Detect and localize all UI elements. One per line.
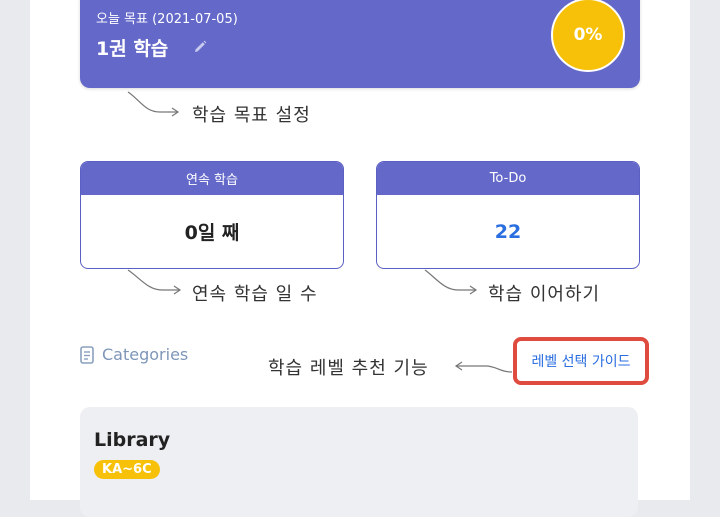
streak-value: 0일 째 [184,222,240,244]
pencil-icon[interactable] [192,39,208,55]
level-guide-button[interactable]: 레벨 선택 가이드 [513,337,649,385]
today-goal-card[interactable]: 오늘 목표 (2021-07-05) 1권 학습 0% [80,0,640,88]
annotation-goal-setting: 학습 목표 설정 [192,105,311,126]
todo-value: 22 [494,220,522,243]
document-icon [80,345,94,364]
streak-card[interactable]: 연속 학습 0일 째 [80,161,344,269]
todo-card[interactable]: To-Do 22 [376,161,640,269]
library-card[interactable]: Library KA~6C [80,407,638,517]
goal-title: 1권 학습 [96,38,169,60]
goal-date-label: 오늘 목표 (2021-07-05) [96,12,238,27]
todo-label: To-Do [377,162,639,195]
streak-label: 연속 학습 [81,162,343,195]
goal-progress-circle: 0% [551,0,625,72]
annotation-level-recommendation: 학습 레벨 추천 기능 [268,358,429,379]
annotation-continue-learning: 학습 이어하기 [488,284,601,305]
categories-label: Categories [102,345,189,364]
categories-heading: Categories [80,345,188,364]
level-badge: KA~6C [94,460,160,479]
annotation-streak-days: 연속 학습 일 수 [192,284,318,305]
library-title: Library [94,429,171,451]
